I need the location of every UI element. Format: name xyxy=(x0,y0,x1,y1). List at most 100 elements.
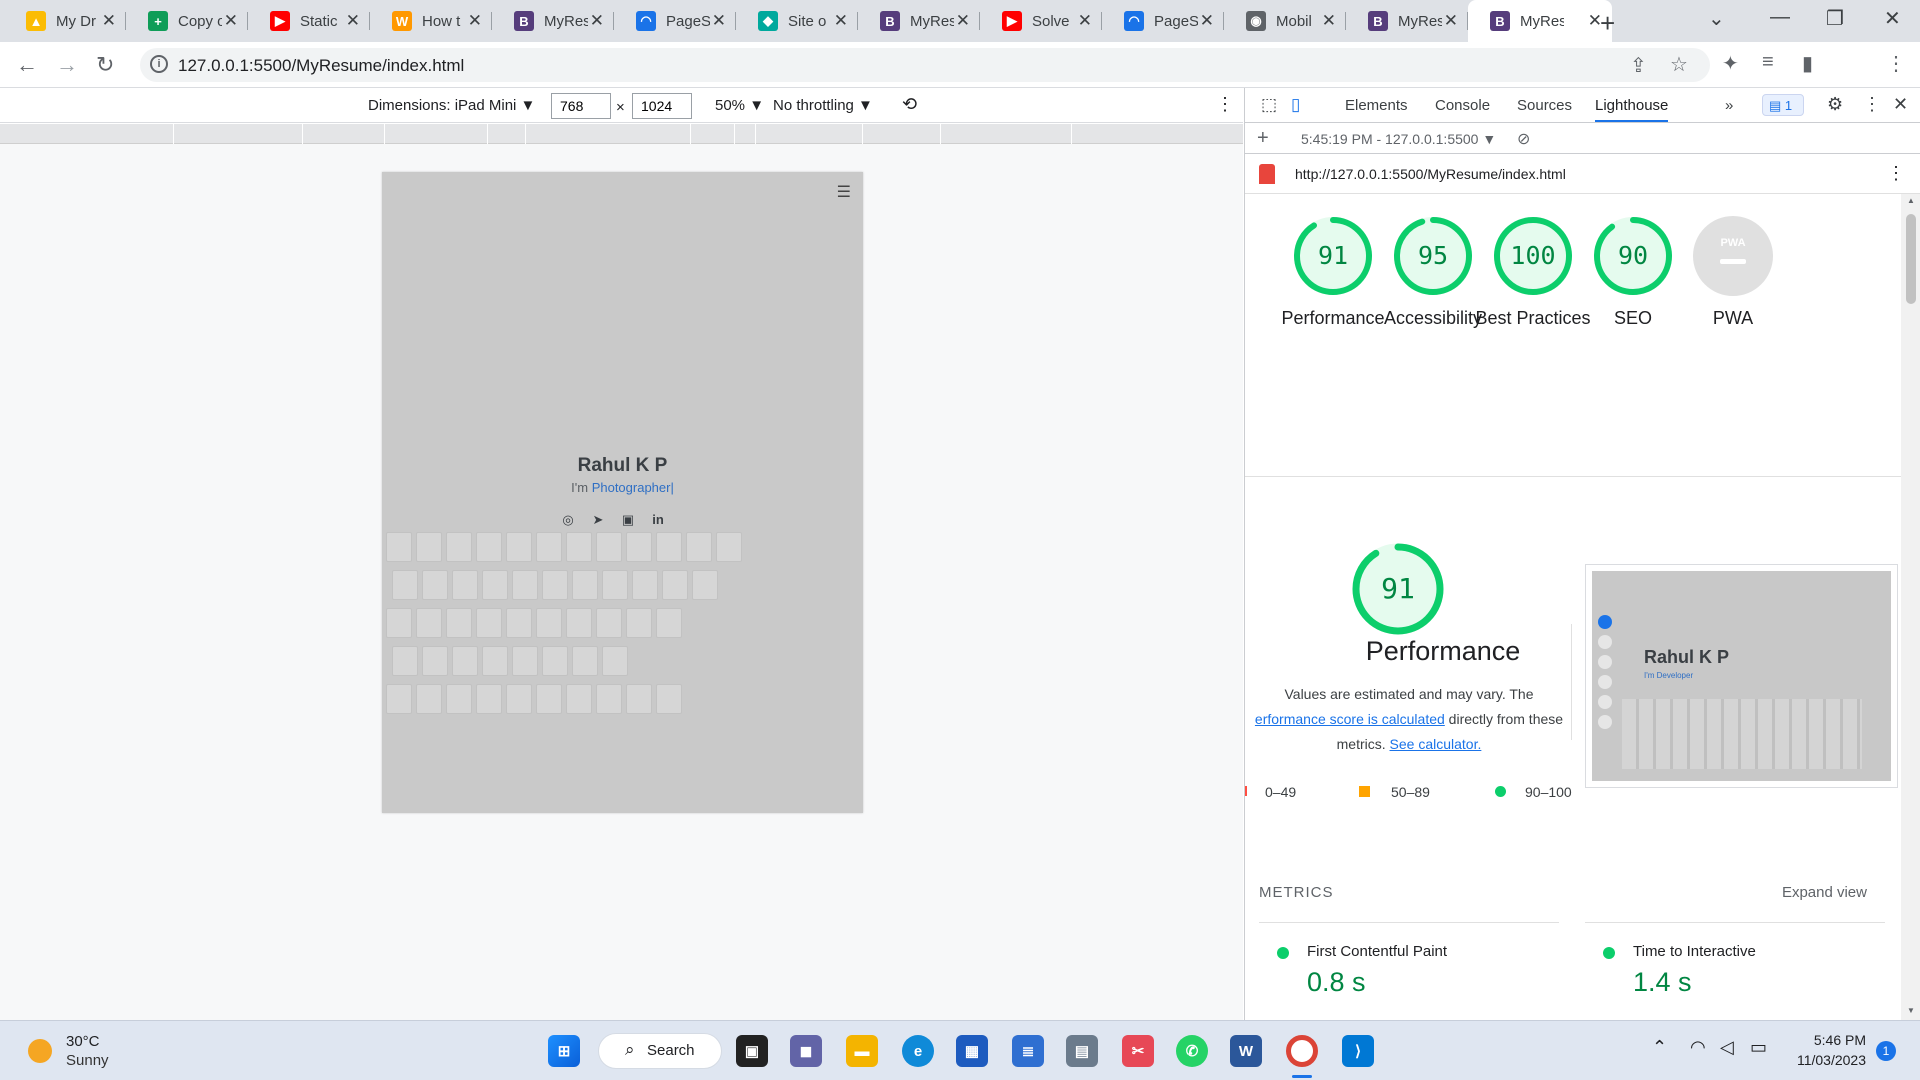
settings-gear-icon[interactable]: ⚙ xyxy=(1827,94,1843,115)
tab-close-icon[interactable]: ✕ xyxy=(102,11,116,31)
tab-close-icon[interactable]: ✕ xyxy=(712,11,726,31)
browser-tab[interactable]: ◠ PageS ✕ xyxy=(1102,0,1224,42)
throttling-select[interactable]: No throttling ▼ xyxy=(773,97,873,114)
whatsapp-app-icon[interactable]: ✆ xyxy=(1176,1035,1208,1067)
final-screenshot[interactable]: Rahul K P I'm Developer xyxy=(1585,564,1898,788)
task-view-icon[interactable]: ▣ xyxy=(736,1035,768,1067)
browser-tab[interactable]: B MyRes ✕ xyxy=(858,0,980,42)
devtools-menu-icon[interactable]: ⋮ xyxy=(1863,94,1881,115)
tab-close-icon[interactable]: ✕ xyxy=(1322,11,1336,31)
forward-icon[interactable]: → xyxy=(56,52,78,78)
clock-date[interactable]: 11/03/2023 xyxy=(1786,1052,1866,1068)
score-calculated-link[interactable]: erformance score is calculated xyxy=(1255,711,1445,727)
media-query-ruler[interactable] xyxy=(0,124,1243,144)
browser-tab[interactable]: ◆ Site o ✕ xyxy=(736,0,858,42)
file-explorer-icon[interactable]: ▬ xyxy=(846,1035,878,1067)
clock-time[interactable]: 5:46 PM xyxy=(1806,1032,1866,1048)
site-info-icon[interactable]: i xyxy=(150,55,168,73)
browser-tab[interactable]: ▶ Static ✕ xyxy=(248,0,370,42)
tab-close-icon[interactable]: ✕ xyxy=(956,11,970,31)
browser-tab[interactable]: ◠ PageS ✕ xyxy=(614,0,736,42)
browser-tab[interactable]: B MyRes ✕ xyxy=(492,0,614,42)
weather-temperature[interactable]: 30°C xyxy=(66,1033,100,1050)
height-input[interactable] xyxy=(632,93,692,119)
tab-close-icon[interactable]: ✕ xyxy=(590,11,604,31)
clear-reports-icon[interactable]: ⊘ xyxy=(1517,129,1530,149)
devtools-tab-lighthouse[interactable]: Lighthouse xyxy=(1595,97,1669,122)
devtools-tab-console[interactable]: Console xyxy=(1435,97,1490,114)
browser-tab[interactable]: B MyRes ✕ xyxy=(1346,0,1468,42)
tab-search-icon[interactable]: ⌄ xyxy=(1708,6,1725,31)
telegram-icon[interactable]: ➤ xyxy=(590,512,606,528)
reading-list-icon[interactable]: ≡ xyxy=(1762,51,1774,74)
chrome-icon[interactable] xyxy=(1286,1035,1318,1067)
zoom-select[interactable]: 50% ▼ xyxy=(715,97,764,114)
sun-weather-icon[interactable] xyxy=(28,1039,52,1063)
tab-close-icon[interactable]: ✕ xyxy=(1078,11,1092,31)
microsoft-store-icon[interactable]: ▦ xyxy=(956,1035,988,1067)
maximize-button[interactable]: ❐ xyxy=(1826,6,1844,31)
notepad-icon[interactable]: ≣ xyxy=(1012,1035,1044,1067)
snipping-tool-icon[interactable]: ✂ xyxy=(1122,1035,1154,1067)
bookmark-star-icon[interactable]: ☆ xyxy=(1670,52,1688,77)
issues-badge[interactable]: ▤ 1 xyxy=(1762,94,1804,116)
browser-tab[interactable]: B MyRes ✕ xyxy=(1468,0,1612,42)
width-input[interactable] xyxy=(551,93,611,119)
gauge-pwa[interactable]: PWA PWA xyxy=(1673,214,1793,331)
reload-icon[interactable]: ↻ xyxy=(96,52,114,78)
dimensions-select[interactable]: Dimensions: iPad Mini ▼ xyxy=(368,97,535,114)
taskbar-search[interactable]: ⌕ Search xyxy=(598,1033,722,1069)
browser-tab[interactable]: W How t ✕ xyxy=(370,0,492,42)
side-panel-icon[interactable]: ▮ xyxy=(1802,51,1813,76)
devtools-tab-elements[interactable]: Elements xyxy=(1345,97,1408,114)
url-text[interactable]: 127.0.0.1:5500/MyResume/index.html xyxy=(178,56,464,76)
wifi-icon[interactable]: ◠ xyxy=(1690,1037,1706,1058)
tab-close-icon[interactable]: ✕ xyxy=(1200,11,1214,31)
browser-tab[interactable]: ▲ My Dr ✕ xyxy=(4,0,126,42)
teams-chat-icon[interactable]: ◼ xyxy=(790,1035,822,1067)
whatsapp-icon[interactable]: ◎ xyxy=(560,512,576,528)
close-window-button[interactable]: ✕ xyxy=(1884,6,1901,31)
report-select[interactable]: 5:45:19 PM - 127.0.0.1:5500 ▼ xyxy=(1301,131,1496,147)
inspect-element-icon[interactable]: ⬚ xyxy=(1261,95,1277,115)
hamburger-menu-icon[interactable]: ☰ xyxy=(837,182,851,202)
start-windows-icon[interactable]: ⊞ xyxy=(548,1035,580,1067)
address-bar[interactable]: i 127.0.0.1:5500/MyResume/index.html ⇪ ☆ xyxy=(140,48,1710,82)
share-icon[interactable]: ⇪ xyxy=(1630,53,1647,78)
report-menu-icon[interactable]: ⋮ xyxy=(1887,163,1905,184)
more-tabs-icon[interactable]: » xyxy=(1725,97,1733,114)
see-calculator-link[interactable]: See calculator. xyxy=(1390,736,1482,752)
rotate-icon[interactable]: ⟲ xyxy=(902,94,917,115)
browser-tab[interactable]: + Copy o ✕ xyxy=(126,0,248,42)
calculator-icon[interactable]: ▤ xyxy=(1066,1035,1098,1067)
report-scrollbar[interactable]: ▲ ▼ xyxy=(1901,194,1920,1020)
tab-close-icon[interactable]: ✕ xyxy=(834,11,848,31)
new-tab-button[interactable]: + xyxy=(1600,8,1615,39)
report-url[interactable]: http://127.0.0.1:5500/MyResume/index.htm… xyxy=(1295,166,1566,182)
tab-close-icon[interactable]: ✕ xyxy=(224,11,238,31)
word-icon[interactable]: W xyxy=(1230,1035,1262,1067)
weather-condition[interactable]: Sunny xyxy=(66,1052,109,1069)
browser-tab[interactable]: ▶ Solve ✕ xyxy=(980,0,1102,42)
minimize-button[interactable]: — xyxy=(1770,6,1790,29)
browser-tab[interactable]: ◉ Mobil ✕ xyxy=(1224,0,1346,42)
instagram-icon[interactable]: ▣ xyxy=(620,512,636,528)
browser-menu-icon[interactable]: ⋮ xyxy=(1886,51,1906,76)
device-toggle-icon[interactable]: ▯ xyxy=(1291,95,1300,115)
tab-close-icon[interactable]: ✕ xyxy=(346,11,360,31)
back-icon[interactable]: ← xyxy=(16,52,38,78)
scroll-thumb[interactable] xyxy=(1906,214,1916,304)
show-hidden-icons[interactable]: ⌃ xyxy=(1652,1037,1667,1058)
battery-icon[interactable]: ▭ xyxy=(1750,1037,1767,1058)
speaker-icon[interactable]: ◁ xyxy=(1720,1037,1734,1058)
notification-badge[interactable]: 1 xyxy=(1876,1041,1896,1061)
devtools-tab-sources[interactable]: Sources xyxy=(1517,97,1572,114)
add-report-icon[interactable]: + xyxy=(1257,127,1269,150)
linkedin-icon[interactable]: in xyxy=(650,512,666,528)
vscode-icon[interactable]: ⟩ xyxy=(1342,1035,1374,1067)
close-devtools-icon[interactable]: ✕ xyxy=(1893,94,1908,115)
extensions-icon[interactable]: ✦ xyxy=(1722,51,1739,76)
tab-close-icon[interactable]: ✕ xyxy=(468,11,482,31)
edge-icon[interactable]: e xyxy=(902,1035,934,1067)
device-menu-icon[interactable]: ⋮ xyxy=(1216,94,1234,115)
